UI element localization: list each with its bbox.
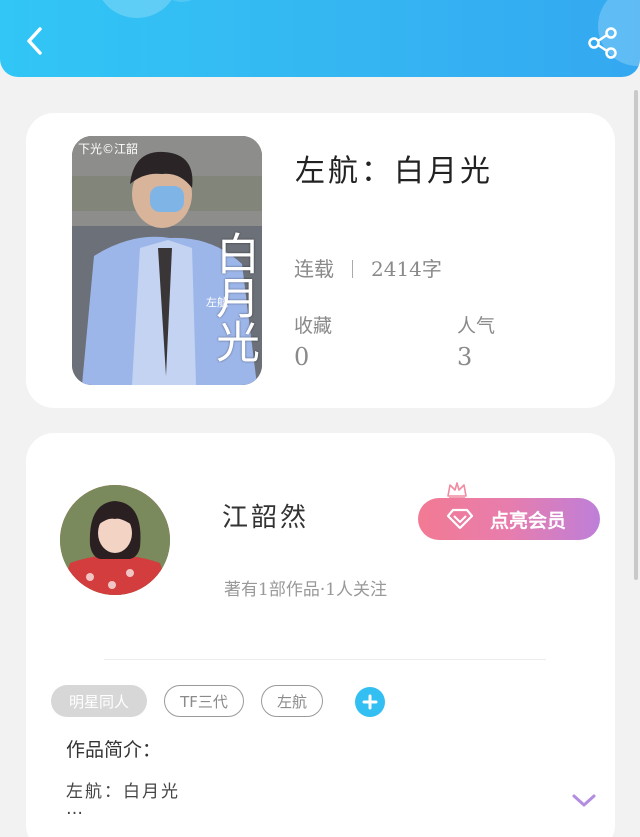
intro-ellipsis: … [66, 799, 83, 819]
decor-bubble [96, 0, 178, 18]
crown-icon [447, 482, 467, 499]
top-bar [0, 0, 640, 77]
stat-label-popularity: 人气 [457, 315, 496, 337]
intro-label: 作品简介： [66, 739, 162, 761]
meta-divider [352, 260, 353, 278]
chevron-down-icon[interactable] [571, 793, 597, 809]
word-count: 2414字 [371, 257, 442, 281]
stat-label-favorites: 收藏 [294, 315, 333, 337]
book-status: 连载 [294, 257, 334, 281]
divider [104, 659, 546, 660]
avatar[interactable] [60, 485, 170, 595]
share-icon[interactable] [586, 26, 620, 60]
diamond-icon [446, 508, 474, 530]
vip-button-label: 点亮会员 [490, 509, 567, 532]
vip-button[interactable]: 点亮会员 [418, 498, 600, 540]
tag-tf-third-gen[interactable]: TF三代 [164, 685, 244, 717]
book-meta: 连载 2414字 [294, 253, 442, 282]
author-name[interactable]: 江韶然 [222, 497, 309, 534]
stat-value-popularity: 3 [457, 343, 473, 371]
book-info-card: 下光©江韶 白月光 左航 左航：白月光 连载 2414字 收藏 0 人气 3 [26, 113, 615, 408]
intro-text: 左航：白月光 [66, 782, 180, 802]
plus-icon [362, 694, 378, 710]
avatar-art [60, 485, 170, 595]
add-tag-button[interactable] [355, 687, 385, 717]
tag-celebrity-fanfic[interactable]: 明星同人 [51, 685, 147, 717]
author-card: 江韶然 著有1部作品·1人关注 点亮会员 明星同人 TF三代 左航 作品简介： … [26, 433, 615, 837]
cover-top-text: 下光©江韶 [78, 142, 139, 156]
book-title: 左航：白月光 [295, 154, 493, 189]
book-cover[interactable]: 下光©江韶 白月光 左航 [72, 136, 262, 385]
cover-subtext: 左航 [206, 296, 228, 309]
author-info: 著有1部作品·1人关注 [224, 580, 388, 600]
scrollbar[interactable] [634, 90, 638, 580]
chevron-left-icon[interactable] [18, 24, 52, 58]
tag-zuohang[interactable]: 左航 [261, 685, 323, 717]
stat-value-favorites: 0 [294, 343, 310, 371]
